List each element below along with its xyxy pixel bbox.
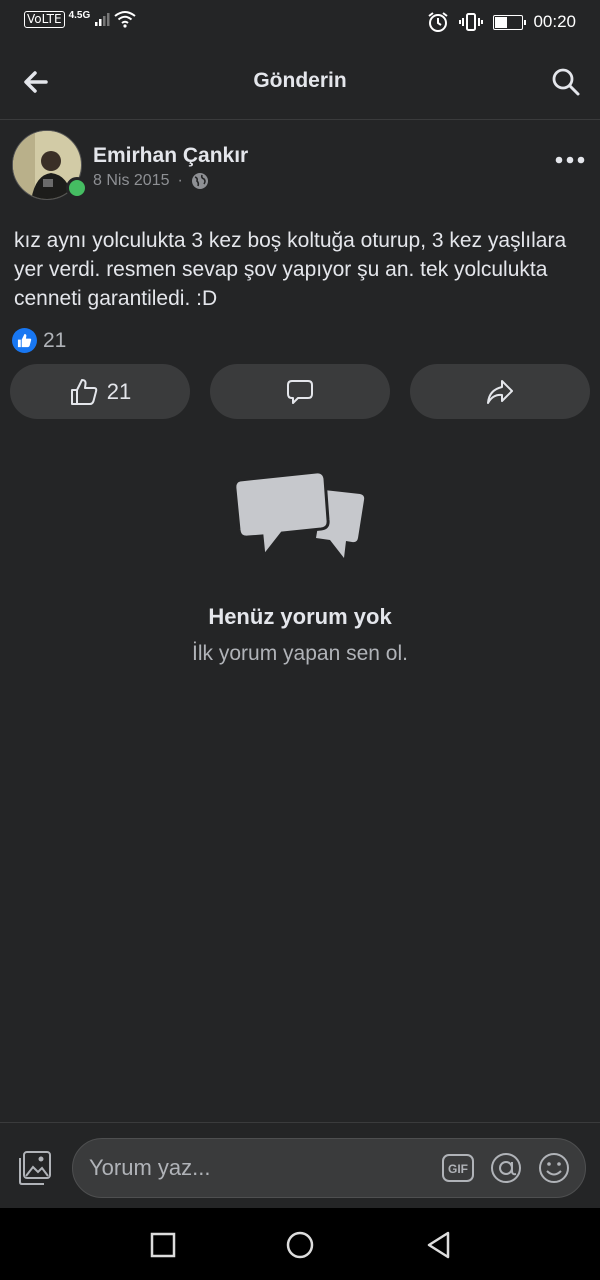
empty-state-subtitle: İlk yorum yapan sen ol. <box>192 642 408 665</box>
add-photo-button[interactable] <box>16 1149 54 1187</box>
home-button[interactable] <box>285 1230 315 1260</box>
cell-signal-icon <box>95 13 110 26</box>
empty-state-title: Henüz yorum yok <box>208 604 392 629</box>
vibrate-icon <box>459 13 484 31</box>
at-sign-icon <box>491 1153 521 1183</box>
smiley-icon <box>539 1153 569 1183</box>
comment-input[interactable] <box>89 1139 429 1197</box>
battery-fill <box>495 16 507 28</box>
thumbs-up-icon <box>70 378 97 405</box>
globe-icon <box>191 173 208 189</box>
triangle-back-icon <box>427 1231 450 1259</box>
share-arrow-icon <box>487 379 513 404</box>
like-count: 21 <box>106 378 132 404</box>
like-reaction-icon <box>12 328 37 353</box>
top-app-bar: Gönderin <box>0 44 600 120</box>
system-back-button[interactable] <box>424 1230 454 1260</box>
search-icon <box>552 68 580 96</box>
mention-button[interactable] <box>489 1151 523 1185</box>
like-button[interactable]: 21 <box>10 364 190 419</box>
more-options-button[interactable] <box>554 148 586 172</box>
network-type: 4.5G <box>68 9 91 21</box>
share-button[interactable] <box>410 364 590 419</box>
comment-bubble-icon <box>287 379 313 404</box>
battery-level: 41 <box>510 16 521 27</box>
status-right: 41 00:20 <box>427 11 576 33</box>
reactions-summary[interactable]: 21 <box>12 328 66 353</box>
recent-apps-button[interactable] <box>148 1230 178 1260</box>
empty-comments-illustration <box>233 470 365 560</box>
comment-box: GIF <box>72 1138 586 1198</box>
comment-composer: GIF <box>0 1122 600 1208</box>
status-bar: VoLTE 4.5G 41 00:20 <box>0 0 600 44</box>
gif-label: GIF <box>448 1162 468 1176</box>
comment-button[interactable] <box>210 364 390 419</box>
gif-button[interactable]: GIF <box>441 1152 475 1184</box>
online-status-dot <box>66 177 88 199</box>
volte-indicator: VoLTE <box>24 10 65 28</box>
square-icon <box>150 1232 176 1258</box>
reaction-count: 21 <box>43 328 67 352</box>
more-horizontal-icon <box>555 156 585 164</box>
circle-icon <box>286 1231 314 1259</box>
post-meta: 8 Nis 2015 · <box>93 172 209 190</box>
post-date[interactable]: 8 Nis 2015 <box>93 172 170 190</box>
battery-icon: 41 <box>493 14 527 30</box>
status-left: VoLTE 4.5G <box>24 10 136 28</box>
photo-icon <box>19 1151 51 1185</box>
wifi-icon <box>114 11 136 28</box>
author-name[interactable]: Emirhan Çankır <box>93 144 248 168</box>
emoji-button[interactable] <box>537 1151 571 1185</box>
clock: 00:20 <box>533 12 576 31</box>
search-button[interactable] <box>550 66 582 98</box>
alarm-icon <box>428 12 449 32</box>
gif-icon: GIF <box>442 1154 474 1182</box>
meta-separator: · <box>177 172 183 189</box>
system-nav-bar <box>0 1208 600 1280</box>
post-text: kız aynı yolculukta 3 kez boş koltuğa ot… <box>14 229 567 310</box>
page-title: Gönderin <box>253 69 347 92</box>
